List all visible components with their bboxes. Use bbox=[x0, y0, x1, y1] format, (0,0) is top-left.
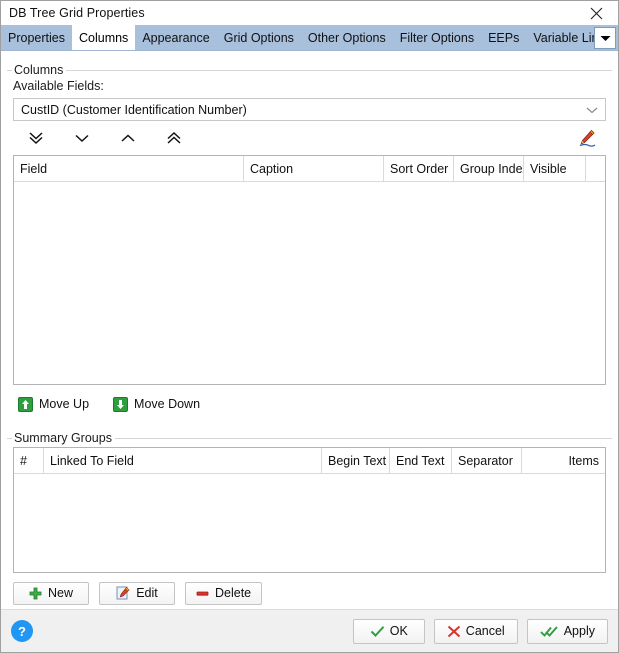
column-move-toolbar bbox=[13, 121, 606, 155]
delete-button-label: Delete bbox=[215, 586, 252, 600]
columns-groupbox-legend: Columns bbox=[12, 63, 67, 77]
check-icon bbox=[370, 625, 385, 637]
cancel-button[interactable]: Cancel bbox=[433, 618, 518, 644]
move-down-button[interactable] bbox=[59, 123, 105, 153]
move-down-action[interactable]: Move Down bbox=[108, 393, 209, 416]
apply-button[interactable]: Apply bbox=[526, 618, 608, 644]
tab-other-options[interactable]: Other Options bbox=[301, 25, 393, 50]
summary-grid-body[interactable] bbox=[14, 474, 605, 572]
summary-groups-body: # Linked To Field Begin Text End Text Se… bbox=[7, 439, 612, 609]
close-button[interactable] bbox=[574, 1, 618, 25]
tab-overflow-button[interactable] bbox=[594, 27, 616, 49]
ok-button[interactable]: OK bbox=[352, 618, 425, 644]
double-chevron-down-icon bbox=[29, 132, 43, 145]
columns-grid-header: Field Caption Sort Order Group Index Vis… bbox=[14, 156, 605, 182]
chevron-down-icon bbox=[586, 107, 598, 113]
new-button[interactable]: New bbox=[13, 581, 89, 605]
ok-button-label: OK bbox=[389, 624, 408, 638]
move-all-down-button[interactable] bbox=[13, 123, 59, 153]
arrow-up-icon bbox=[18, 396, 33, 412]
column-header-index[interactable]: # bbox=[14, 448, 44, 473]
combo-arrow[interactable] bbox=[579, 99, 605, 120]
available-fields-label: Available Fields: bbox=[13, 79, 104, 93]
delete-button[interactable]: Delete bbox=[185, 581, 263, 605]
edit-column-button[interactable] bbox=[570, 123, 604, 153]
dialog-window: DB Tree Grid Properties Properties Colum… bbox=[0, 0, 619, 653]
column-header-linked-to-field[interactable]: Linked To Field bbox=[44, 448, 322, 473]
column-header-items[interactable]: Items bbox=[522, 448, 605, 473]
summary-groups-legend: Summary Groups bbox=[12, 431, 115, 445]
columns-grid-body[interactable] bbox=[14, 182, 605, 384]
new-button-label: New bbox=[47, 586, 73, 600]
move-up-action[interactable]: Move Up bbox=[13, 393, 98, 416]
tab-grid-options[interactable]: Grid Options bbox=[217, 25, 301, 50]
pencil-icon bbox=[579, 129, 596, 147]
close-icon bbox=[590, 7, 602, 19]
summary-grid-header: # Linked To Field Begin Text End Text Se… bbox=[14, 448, 605, 474]
tab-bar: Properties Columns Appearance Grid Optio… bbox=[1, 25, 618, 51]
column-header-begin-text[interactable]: Begin Text bbox=[322, 448, 390, 473]
summary-groups-button-row: New Edit Delete bbox=[13, 573, 606, 609]
help-button-label: ? bbox=[18, 623, 26, 639]
column-header-group-index[interactable]: Group Index bbox=[454, 156, 524, 181]
available-fields-value: CustID (Customer Identification Number) bbox=[21, 102, 247, 117]
summary-groups-grid[interactable]: # Linked To Field Begin Text End Text Se… bbox=[13, 447, 606, 573]
plus-icon bbox=[29, 587, 42, 599]
move-up-label: Move Up bbox=[39, 397, 90, 411]
chevron-up-icon bbox=[121, 134, 135, 142]
cancel-button-label: Cancel bbox=[465, 624, 505, 638]
window-title: DB Tree Grid Properties bbox=[9, 6, 145, 20]
column-header-visible[interactable]: Visible bbox=[524, 156, 586, 181]
columns-groupbox-body: Available Fields: CustID (Customer Ident… bbox=[7, 71, 612, 419]
double-chevron-up-icon bbox=[167, 131, 181, 144]
tab-eeps[interactable]: EEPs bbox=[481, 25, 526, 50]
x-icon bbox=[447, 625, 460, 637]
dialog-actions: OK Cancel Apply bbox=[352, 618, 608, 644]
move-all-up-button[interactable] bbox=[151, 123, 197, 153]
page-content: Columns Available Fields: CustID (Custom… bbox=[1, 51, 618, 609]
double-check-icon bbox=[540, 625, 558, 637]
column-header-caption[interactable]: Caption bbox=[244, 156, 384, 181]
column-header-sort-order[interactable]: Sort Order bbox=[384, 156, 454, 181]
available-fields-combobox[interactable]: CustID (Customer Identification Number) bbox=[13, 98, 606, 121]
help-button[interactable]: ? bbox=[11, 620, 33, 642]
tab-properties[interactable]: Properties bbox=[1, 25, 72, 50]
chevron-down-icon bbox=[75, 134, 89, 143]
edit-button-label: Edit bbox=[136, 586, 158, 600]
dialog-footer: ? OK Cancel Apply bbox=[1, 609, 618, 652]
move-up-button[interactable] bbox=[105, 123, 151, 153]
tab-filter-options[interactable]: Filter Options bbox=[393, 25, 481, 50]
column-header-separator[interactable]: Separator bbox=[452, 448, 522, 473]
chevron-down-icon bbox=[600, 35, 610, 41]
tab-columns[interactable]: Columns bbox=[71, 25, 136, 50]
edit-pencil-icon bbox=[116, 586, 130, 600]
apply-button-label: Apply bbox=[563, 624, 595, 638]
column-header-end-text[interactable]: End Text bbox=[390, 448, 452, 473]
columns-groupbox: Columns Available Fields: CustID (Custom… bbox=[7, 63, 612, 419]
column-header-field[interactable]: Field bbox=[14, 156, 244, 181]
column-header-spacer bbox=[586, 156, 605, 181]
tab-appearance[interactable]: Appearance bbox=[135, 25, 216, 50]
summary-groups-groupbox: Summary Groups # Linked To Field Begin T… bbox=[7, 431, 612, 609]
title-bar: DB Tree Grid Properties bbox=[1, 1, 618, 25]
arrow-down-icon bbox=[113, 396, 129, 412]
columns-grid[interactable]: Field Caption Sort Order Group Index Vis… bbox=[13, 155, 606, 385]
move-row: Move Up Move Down bbox=[13, 385, 606, 419]
edit-button[interactable]: Edit bbox=[99, 581, 175, 605]
move-down-label: Move Down bbox=[134, 397, 201, 411]
minus-icon bbox=[196, 591, 209, 596]
